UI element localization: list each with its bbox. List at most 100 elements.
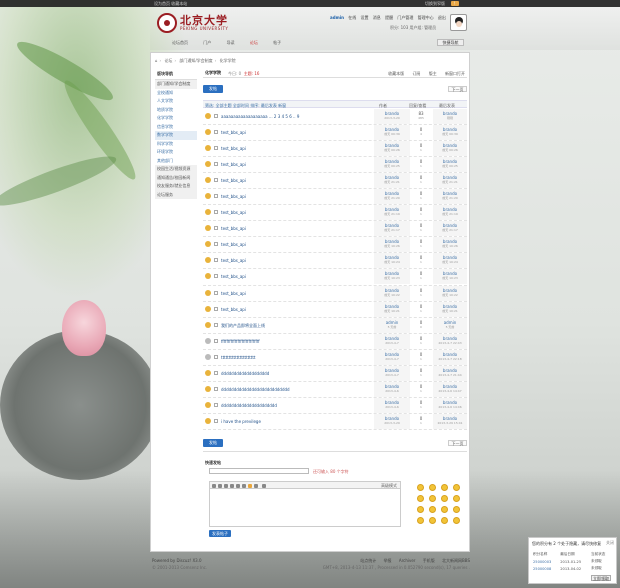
- color-icon[interactable]: [218, 483, 222, 488]
- image-icon[interactable]: [224, 483, 228, 488]
- table-icon[interactable]: [262, 483, 266, 488]
- next-page-button[interactable]: 下一页: [448, 86, 467, 92]
- thread-checkbox[interactable]: [214, 306, 218, 311]
- message-textarea[interactable]: [209, 489, 401, 527]
- footer-link[interactable]: 手机版: [423, 558, 435, 563]
- subject-input[interactable]: [209, 468, 309, 474]
- last-post-date[interactable]: 前天 10:21: [435, 309, 465, 314]
- table-row[interactable]: ddddddddddddddddddd brando 2013-4-7 0 1 brand…: [203, 365, 467, 382]
- sidebar-item-active[interactable]: 数学学院: [155, 131, 197, 140]
- last-post-date[interactable]: 前天 10:24: [435, 260, 465, 265]
- smiley-icon[interactable]: [453, 484, 460, 491]
- thread-title-link[interactable]: test_bbs_api: [221, 274, 371, 279]
- last-post-date[interactable]: 2013-4-6 14:47: [435, 389, 465, 394]
- home-icon[interactable]: ⌂: [155, 58, 158, 63]
- sidebar-item[interactable]: 化学学院: [155, 114, 197, 123]
- breadcrumb-item[interactable]: 部门通知/学会制度: [179, 58, 212, 63]
- table-row[interactable]: dddddddddddddddddddddd brando 2013-4-6 0 1 br…: [203, 397, 467, 414]
- last-post-date[interactable]: 前天 21:21: [435, 180, 465, 185]
- sidebar-item[interactable]: 信息学院: [155, 123, 197, 132]
- avatar[interactable]: [450, 14, 467, 31]
- breadcrumb-item[interactable]: 化学学院: [220, 58, 236, 63]
- table-row[interactable]: test_bbs_api brando 前天 21:17 0 1 brando 前天 21:…: [203, 221, 467, 238]
- smiley-icon[interactable]: [429, 495, 436, 502]
- last-post-date[interactable]: 前天 21:19: [435, 212, 465, 217]
- user-menu-logout[interactable]: 退出: [438, 15, 446, 20]
- footer-link[interactable]: 北大新闻网BBS: [442, 558, 470, 563]
- subscribe-link[interactable]: 订阅: [412, 71, 420, 76]
- smiley-icon[interactable]: [453, 506, 460, 513]
- table-row[interactable]: tttttttttttttttttttttt brando 2013-4-7 0 1 br…: [203, 349, 467, 366]
- footer-link[interactable]: Archiver: [399, 558, 416, 563]
- next-page-button-bottom[interactable]: 下一页: [448, 440, 467, 446]
- warning-badge[interactable]: !: [451, 1, 459, 6]
- table-row[interactable]: test_bbs_api brando 前天 10:23 0 1 brando 前天 10:…: [203, 269, 467, 286]
- sidebar-item[interactable]: 论坛服务: [155, 190, 197, 199]
- sidebar-item[interactable]: 校园生活/视频资源: [155, 165, 197, 174]
- smiley-icon[interactable]: [441, 495, 448, 502]
- table-row[interactable]: test_bbs_api brando 前天 21:20 0 1 brando 前天 21:…: [203, 189, 467, 206]
- thread-title-link[interactable]: test_bbs_api: [221, 242, 371, 247]
- sidebar-item[interactable]: 校友服务/就业信息: [155, 182, 197, 191]
- thread-checkbox[interactable]: [214, 226, 218, 231]
- thread-title-link[interactable]: test_bbs_api: [221, 226, 371, 231]
- last-post-date[interactable]: 2013-3-29 15:41: [435, 421, 465, 426]
- powered-by[interactable]: Powered by Discuz! X3.0: [152, 558, 202, 563]
- last-poster-link[interactable]: brando: [443, 336, 457, 341]
- table-row[interactable]: 我们的产品即将全面上线 admin 5 天前 0 0 admin 5 天前: [203, 317, 467, 334]
- last-post-date[interactable]: 前天 10:22: [435, 293, 465, 298]
- link-icon[interactable]: [230, 483, 234, 488]
- thread-checkbox[interactable]: [214, 178, 218, 183]
- thread-title-link[interactable]: aaaaaaaaaaaaaaaaaaa ... 2 3 4 5 6 .. 9: [221, 114, 371, 119]
- new-post-button[interactable]: 发帖: [203, 85, 223, 93]
- sidebar-item[interactable]: 环境学院: [155, 148, 197, 157]
- smiley-icon[interactable]: [429, 517, 436, 524]
- thread-checkbox[interactable]: [214, 290, 218, 295]
- smiley-icon[interactable]: [441, 484, 448, 491]
- nav-item-portal[interactable]: 门户: [203, 40, 211, 45]
- footer-link[interactable]: 站点统计: [360, 558, 376, 563]
- thread-checkbox[interactable]: [214, 386, 218, 391]
- smiley-icon[interactable]: [429, 506, 436, 513]
- thread-checkbox[interactable]: [214, 114, 218, 118]
- thread-title-link[interactable]: test_bbs_api: [221, 146, 371, 151]
- username-link[interactable]: admin: [330, 15, 344, 20]
- new-window-link[interactable]: 新窗口打开: [445, 71, 465, 76]
- sidebar-item[interactable]: 科学学院: [155, 140, 197, 149]
- smiley-icon[interactable]: [441, 506, 448, 513]
- thread-checkbox[interactable]: [214, 322, 218, 327]
- author-link[interactable]: brando: [385, 288, 399, 293]
- close-icon[interactable]: 关闭: [606, 540, 614, 546]
- thread-checkbox[interactable]: [214, 354, 218, 359]
- thread-checkbox[interactable]: [214, 370, 218, 375]
- thread-checkbox[interactable]: [214, 130, 218, 135]
- smiley-icon[interactable]: [417, 517, 424, 524]
- last-post-date[interactable]: 前天 10:23: [435, 276, 465, 281]
- last-post-date[interactable]: 2013-4-7 21:44: [435, 373, 465, 378]
- table-row[interactable]: test_bbs_api brando 前天 10:24 0 1 brando 前天 10:…: [203, 253, 467, 270]
- thread-checkbox[interactable]: [214, 258, 218, 263]
- user-menu-notices[interactable]: 提醒: [385, 15, 393, 20]
- last-post-date[interactable]: 前天 21:17: [435, 228, 465, 233]
- thread-title-link[interactable]: test_bbs_api: [221, 291, 371, 296]
- quick-nav-button[interactable]: 快捷导航: [437, 39, 464, 46]
- user-menu-messages[interactable]: 消息: [373, 15, 381, 20]
- thread-title-link[interactable]: ddddddddddddddddddd: [221, 371, 371, 376]
- author-link[interactable]: admin: [386, 320, 399, 325]
- nav-item-posts[interactable]: 帖子: [273, 40, 281, 45]
- thread-title-link[interactable]: test_bbs_api: [221, 162, 371, 167]
- thread-title-link[interactable]: test_bbs_api: [221, 130, 371, 135]
- favorite-forum-link[interactable]: 收藏本版: [388, 71, 404, 76]
- table-row[interactable]: aaaaaaaaaaaaaaaaaaa ... 2 3 4 5 6 .. 9 br…: [203, 109, 467, 126]
- last-post-date[interactable]: 2013-4-6 14:46: [435, 405, 465, 410]
- last-poster-link[interactable]: brando: [443, 288, 457, 293]
- thread-checkbox[interactable]: [214, 402, 218, 407]
- table-row[interactable]: test_bbs_api brando 前天 10:22 0 1 brando 前天 10:…: [203, 285, 467, 302]
- thread-title-link[interactable]: test_bbs_api: [221, 210, 371, 215]
- author-link[interactable]: brando: [385, 304, 399, 309]
- sidebar-item[interactable]: 全校通知: [155, 89, 197, 98]
- table-row[interactable]: ffffffffffffffffffffffffffff brando 2013-4…: [203, 333, 467, 350]
- table-row[interactable]: i have the previlege brando 2013-3-29 0 1 bra…: [203, 413, 467, 430]
- table-row[interactable]: test_bbs_api brando 前天 00:39 0 4 brando 前天 00:…: [203, 125, 467, 142]
- last-post-date[interactable]: 2013-4-7 22:43: [435, 341, 465, 346]
